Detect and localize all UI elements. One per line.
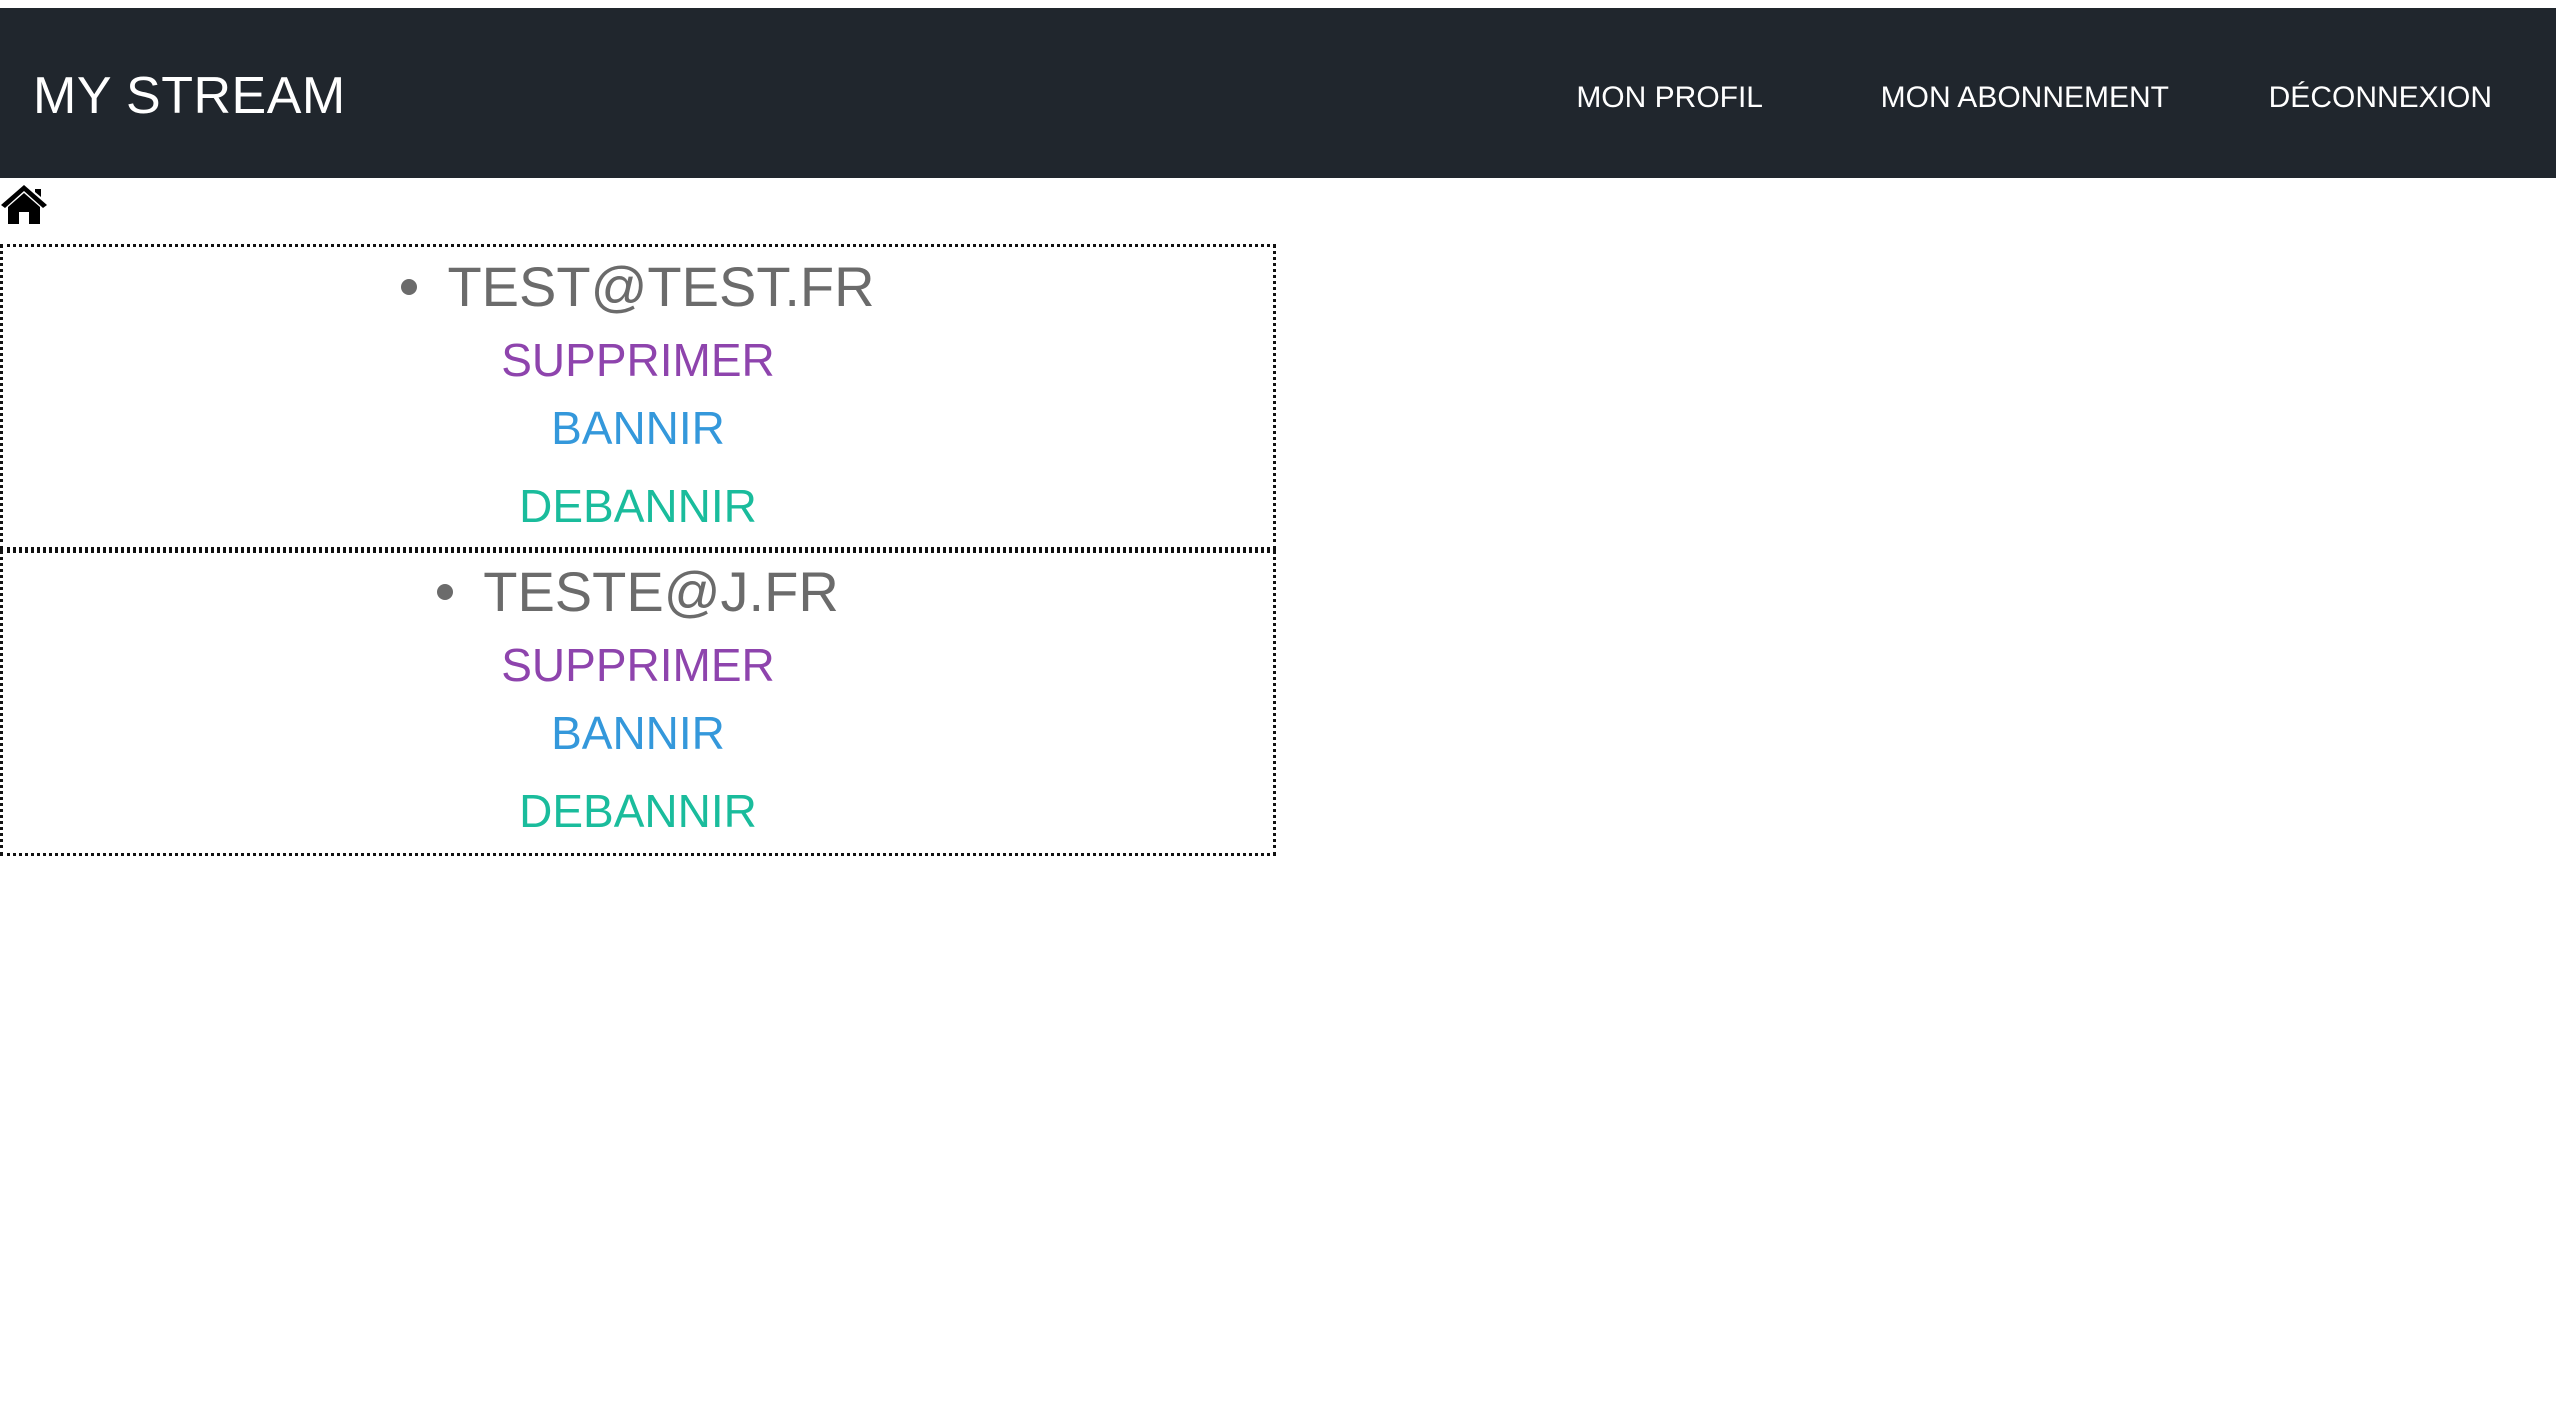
ban-user-button[interactable]: BANNIR xyxy=(3,401,1273,455)
user-email-row: TEST@TEST.FR xyxy=(3,255,1273,319)
delete-user-button[interactable]: SUPPRIMER xyxy=(3,333,1273,387)
nav-link-mon-profil[interactable]: MON PROFIL xyxy=(1576,78,1763,118)
unban-user-button[interactable]: DEBANNIR xyxy=(3,479,1273,533)
home-icon-svg xyxy=(1,185,47,224)
top-gap xyxy=(0,0,2556,8)
user-email-row: TESTE@J.FR xyxy=(3,560,1273,624)
nav-link-deconnexion[interactable]: DÉCONNEXION xyxy=(2269,78,2492,118)
home-icon[interactable] xyxy=(0,183,48,225)
delete-user-button[interactable]: SUPPRIMER xyxy=(3,638,1273,692)
list-bullet xyxy=(401,279,418,296)
ban-user-button[interactable]: BANNIR xyxy=(3,706,1273,760)
user-email: TEST@TEST.FR xyxy=(447,255,875,318)
user-card: TEST@TEST.FR SUPPRIMER BANNIR DEBANNIR xyxy=(0,244,1276,550)
unban-user-button[interactable]: DEBANNIR xyxy=(3,784,1273,838)
user-email: TESTE@J.FR xyxy=(483,560,839,623)
navbar: MY STREAM MON PROFIL MON ABONNEMENT DÉCO… xyxy=(0,8,2556,178)
list-bullet xyxy=(437,584,454,601)
nav-link-mon-abonnement[interactable]: MON ABONNEMENT xyxy=(1881,78,2169,118)
user-card: TESTE@J.FR SUPPRIMER BANNIR DEBANNIR xyxy=(0,550,1276,856)
user-list: TEST@TEST.FR SUPPRIMER BANNIR DEBANNIR T… xyxy=(0,244,1276,856)
brand-link[interactable]: MY STREAM xyxy=(33,66,346,126)
